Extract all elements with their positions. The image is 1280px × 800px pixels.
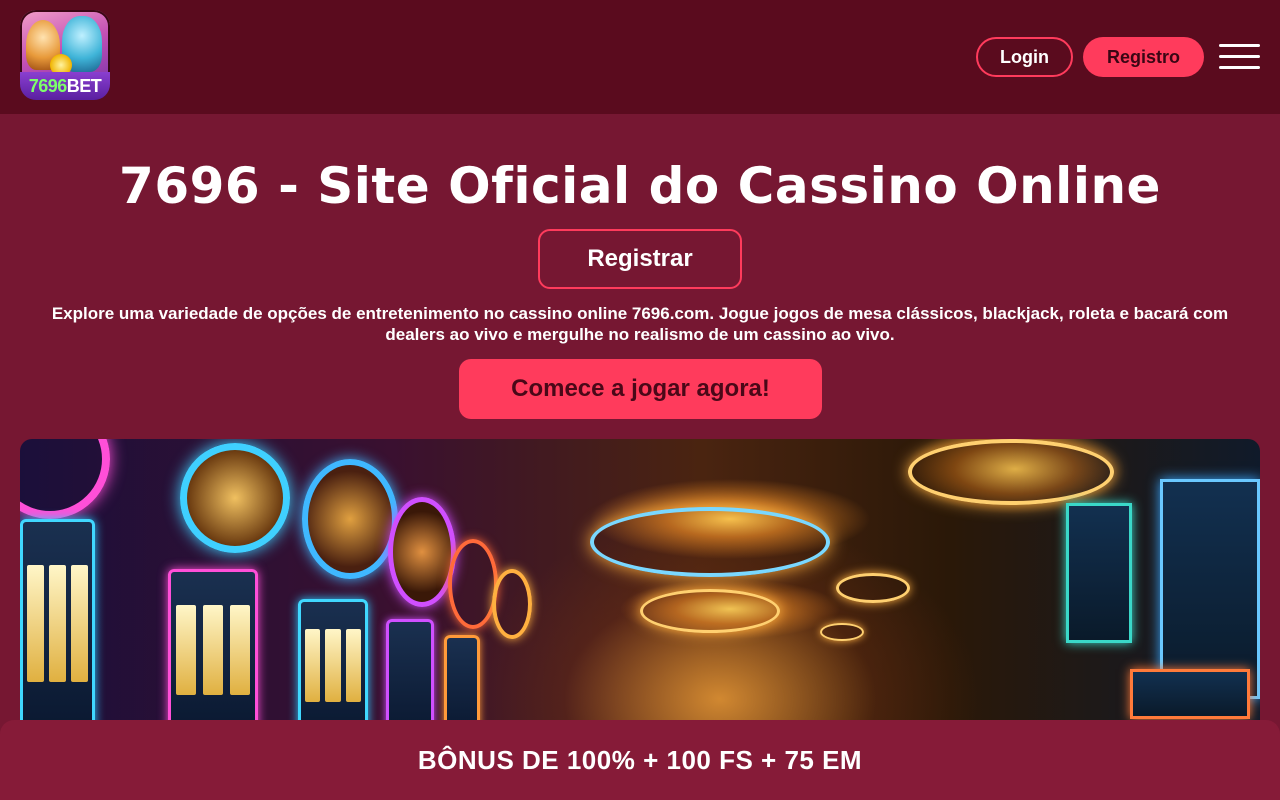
- register-header-button[interactable]: Registro: [1083, 37, 1204, 77]
- logo-wordmark: 7696 BET: [20, 72, 110, 100]
- logo-number: 7696: [28, 75, 68, 96]
- slot-machine: [298, 599, 368, 739]
- neon-wheel-decoration: [302, 459, 398, 579]
- hero-casino-image: [20, 439, 1260, 739]
- chandelier-decoration: [640, 589, 780, 633]
- neon-wheel-decoration: [492, 569, 532, 639]
- wall-display-panel: [1160, 479, 1260, 699]
- slot-machine: [168, 569, 258, 739]
- neon-wheel-decoration: [180, 443, 290, 553]
- start-playing-button[interactable]: Comece a jogar agora!: [459, 359, 822, 419]
- neon-wheel-decoration: [20, 439, 110, 519]
- neon-wheel-decoration: [388, 497, 456, 607]
- chandelier-decoration: [836, 573, 910, 603]
- chandelier-decoration: [820, 623, 864, 641]
- logo-suffix: BET: [66, 75, 102, 96]
- register-button[interactable]: Registrar: [538, 229, 742, 289]
- wall-display-panel: [1130, 669, 1250, 719]
- login-button[interactable]: Login: [976, 37, 1073, 77]
- site-logo[interactable]: 7696 BET: [20, 10, 110, 100]
- intro-description: Explore uma variedade de opções de entre…: [51, 304, 1229, 344]
- page-title: 7696 - Site Oficial do Cassino Online: [119, 157, 1161, 215]
- bonus-banner[interactable]: BÔNUS DE 100% + 100 FS + 75 EM: [0, 720, 1280, 800]
- neon-wheel-decoration: [448, 539, 498, 629]
- chandelier-decoration: [908, 439, 1114, 505]
- wall-display-panel: [1066, 503, 1132, 643]
- chandelier-decoration: [590, 507, 830, 577]
- site-header: 7696 BET Login Registro: [0, 0, 1280, 114]
- hamburger-menu-icon[interactable]: [1219, 44, 1260, 70]
- slot-machine: [20, 519, 95, 739]
